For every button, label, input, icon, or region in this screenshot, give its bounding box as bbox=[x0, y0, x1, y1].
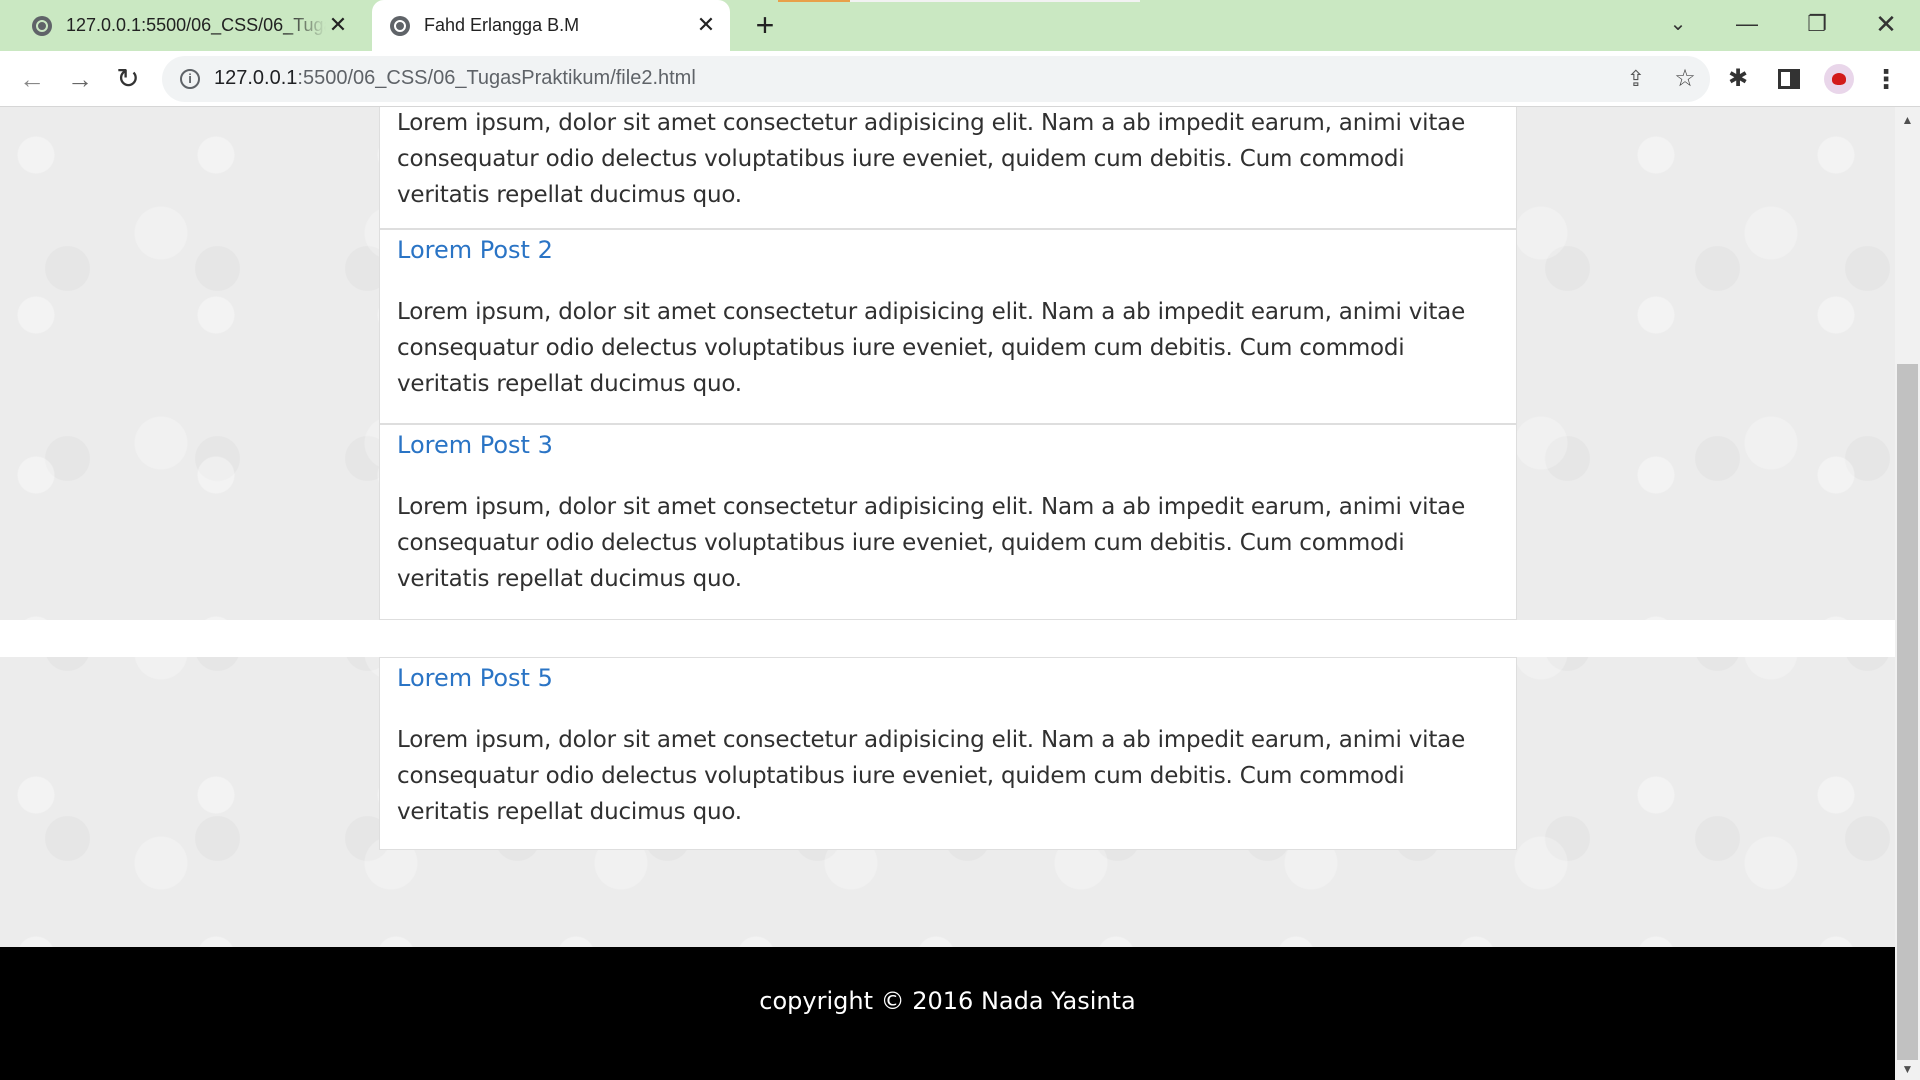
restore-button[interactable]: ❐ bbox=[1793, 6, 1841, 42]
loading-indicator bbox=[778, 0, 850, 2]
browser-toolbar: ← → ↻ i 127.0.0.1:5500/06_CSS/06_TugasPr… bbox=[0, 51, 1920, 107]
close-window-button[interactable]: ✕ bbox=[1862, 6, 1910, 42]
footer-copyright: copyright © 2016 Nada Yasinta bbox=[759, 987, 1136, 1015]
post-body: Lorem ipsum, dolor sit amet consectetur … bbox=[397, 494, 1466, 592]
url-text[interactable]: 127.0.0.1:5500/06_CSS/06_TugasPraktikum/… bbox=[214, 67, 696, 90]
share-icon[interactable]: ⇪ bbox=[1622, 65, 1650, 93]
page-footer: copyright © 2016 Nada Yasinta bbox=[0, 947, 1895, 1080]
post-body: Lorem ipsum, dolor sit amet consectetur … bbox=[397, 727, 1466, 825]
globe-icon bbox=[390, 15, 410, 36]
loading-track bbox=[850, 0, 1140, 2]
globe-icon bbox=[32, 15, 52, 36]
minimize-button[interactable]: — bbox=[1723, 6, 1771, 42]
back-button[interactable]: ← bbox=[14, 61, 50, 97]
extensions-icon[interactable]: ✱ bbox=[1724, 65, 1752, 93]
post-title-link[interactable]: Lorem Post 2 bbox=[397, 236, 553, 264]
kebab-menu-icon[interactable]: ⋮ bbox=[1872, 63, 1900, 95]
scroll-up-arrow-icon[interactable]: ▲ bbox=[1895, 111, 1920, 129]
post-card: Lorem Post 3 Lorem ipsum, dolor sit amet… bbox=[379, 424, 1517, 620]
address-bar[interactable]: i 127.0.0.1:5500/06_CSS/06_TugasPraktiku… bbox=[162, 56, 1710, 102]
tab-search-icon[interactable]: ⌄ bbox=[1654, 6, 1702, 42]
post-title-link[interactable]: Lorem Post 3 bbox=[397, 431, 553, 459]
url-path: :5500/06_CSS/06_TugasPraktikum/file2.htm… bbox=[297, 67, 696, 89]
scroll-down-arrow-icon[interactable]: ▼ bbox=[1895, 1060, 1920, 1078]
close-tab-icon[interactable]: ✕ bbox=[326, 13, 350, 37]
section-divider bbox=[0, 620, 1895, 657]
profile-avatar[interactable] bbox=[1824, 64, 1854, 94]
post-title-link[interactable]: Lorem Post 5 bbox=[397, 664, 553, 692]
scroll-thumb[interactable] bbox=[1897, 364, 1918, 1060]
forward-button[interactable]: → bbox=[62, 61, 98, 97]
tab-title: 127.0.0.1:5500/06_CSS/06_TugasPraktikum/… bbox=[66, 15, 326, 35]
side-panel-icon[interactable] bbox=[1778, 69, 1800, 89]
tab-file1[interactable]: 127.0.0.1:5500/06_CSS/06_TugasPraktikum/… bbox=[22, 0, 362, 51]
post-card: Lorem Post 5 Lorem ipsum, dolor sit amet… bbox=[379, 657, 1517, 850]
post-body: Lorem ipsum, dolor sit amet consectetur … bbox=[397, 299, 1466, 397]
post-card: Lorem ipsum, dolor sit amet consectetur … bbox=[379, 107, 1517, 229]
post-card: Lorem Post 2 Lorem ipsum, dolor sit amet… bbox=[379, 229, 1517, 424]
tab-title: Fahd Erlangga B.M bbox=[424, 15, 580, 35]
info-icon[interactable]: i bbox=[180, 69, 200, 89]
reload-button[interactable]: ↻ bbox=[110, 61, 146, 97]
url-host: 127.0.0.1 bbox=[214, 67, 298, 89]
post-body: Lorem ipsum, dolor sit amet consectetur … bbox=[397, 110, 1466, 208]
vertical-scrollbar[interactable]: ▲ ▼ bbox=[1895, 107, 1920, 1080]
page-viewport: Lorem ipsum, dolor sit amet consectetur … bbox=[0, 107, 1895, 1080]
tab-active[interactable]: Fahd Erlangga B.M ✕ bbox=[372, 0, 730, 51]
new-tab-button[interactable]: + bbox=[748, 8, 782, 42]
tab-strip: 127.0.0.1:5500/06_CSS/06_TugasPraktikum/… bbox=[0, 0, 1920, 51]
close-tab-icon[interactable]: ✕ bbox=[694, 13, 718, 37]
bookmark-star-icon[interactable]: ☆ bbox=[1671, 65, 1699, 93]
